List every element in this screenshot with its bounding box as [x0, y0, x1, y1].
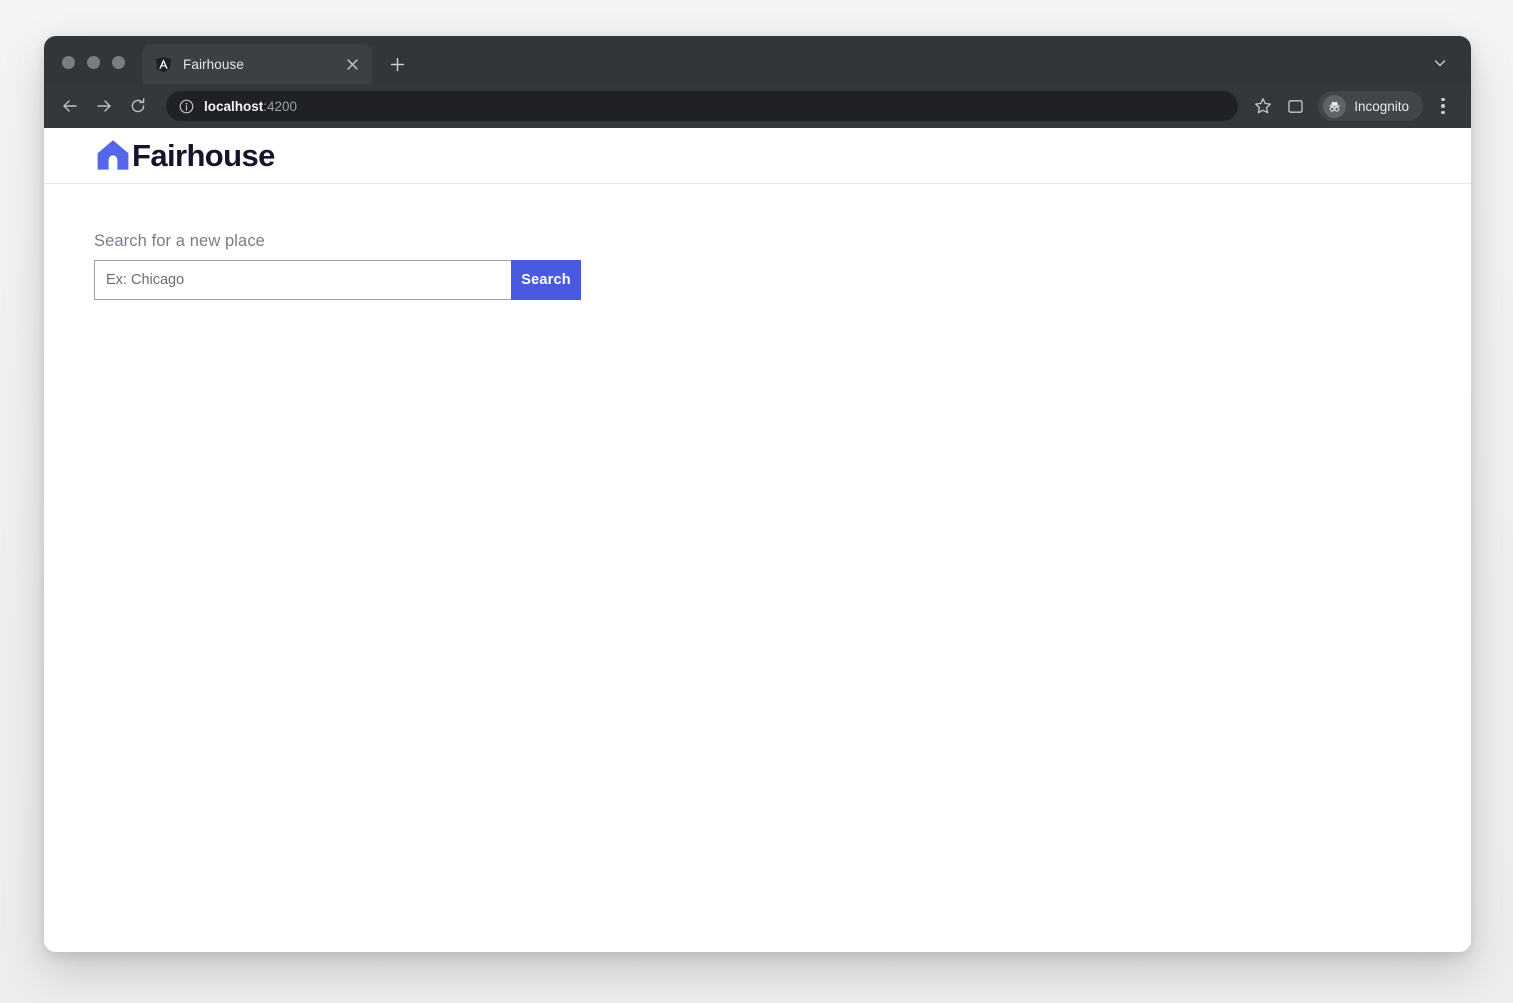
browser-window: Fairhouse localhost:4200 Incognito Fairh… [44, 36, 1471, 952]
brand-logo[interactable]: Fairhouse [94, 136, 275, 176]
info-circle-icon[interactable] [178, 98, 194, 114]
star-icon[interactable] [1248, 91, 1278, 121]
profile-incognito-chip[interactable]: Incognito [1318, 91, 1423, 121]
page-viewport: Fairhouse Search for a new place Search [44, 128, 1471, 952]
profile-label: Incognito [1354, 98, 1409, 114]
search-label: Search for a new place [94, 232, 265, 250]
search-input[interactable] [94, 260, 511, 300]
angular-logo-icon [155, 56, 172, 73]
browser-tab-fairhouse[interactable]: Fairhouse [142, 44, 372, 84]
brand-name: Fairhouse [132, 138, 275, 173]
arrow-right-icon[interactable] [88, 90, 120, 122]
address-bar-host: localhost [204, 98, 264, 114]
address-bar-port: :4200 [263, 98, 298, 114]
browser-tab-title: Fairhouse [183, 56, 244, 72]
side-panel-icon[interactable] [1280, 91, 1310, 121]
reload-icon[interactable] [122, 90, 154, 122]
search-form: Search [94, 260, 1471, 300]
chevron-down-icon[interactable] [1427, 50, 1453, 76]
address-bar[interactable]: localhost:4200 [166, 91, 1239, 121]
new-tab-button[interactable] [382, 49, 412, 79]
app-header: Fairhouse [44, 128, 1471, 184]
address-bar-url: localhost:4200 [204, 99, 297, 114]
page-content: Search for a new place Search [44, 184, 1471, 300]
window-traffic-lights [62, 56, 125, 69]
house-icon [94, 136, 132, 174]
window-close-button[interactable] [62, 56, 75, 69]
window-minimize-button[interactable] [87, 56, 100, 69]
arrow-left-icon[interactable] [54, 90, 86, 122]
browser-toolbar: localhost:4200 Incognito [44, 84, 1471, 128]
three-dots-menu-icon[interactable] [1429, 91, 1457, 121]
close-icon[interactable] [341, 53, 363, 75]
desktop-background: Fairhouse localhost:4200 Incognito Fairh… [0, 0, 1513, 1003]
search-button[interactable]: Search [511, 260, 581, 300]
window-maximize-button[interactable] [112, 56, 125, 69]
incognito-icon [1323, 94, 1347, 118]
browser-tab-strip: Fairhouse [44, 36, 1471, 84]
